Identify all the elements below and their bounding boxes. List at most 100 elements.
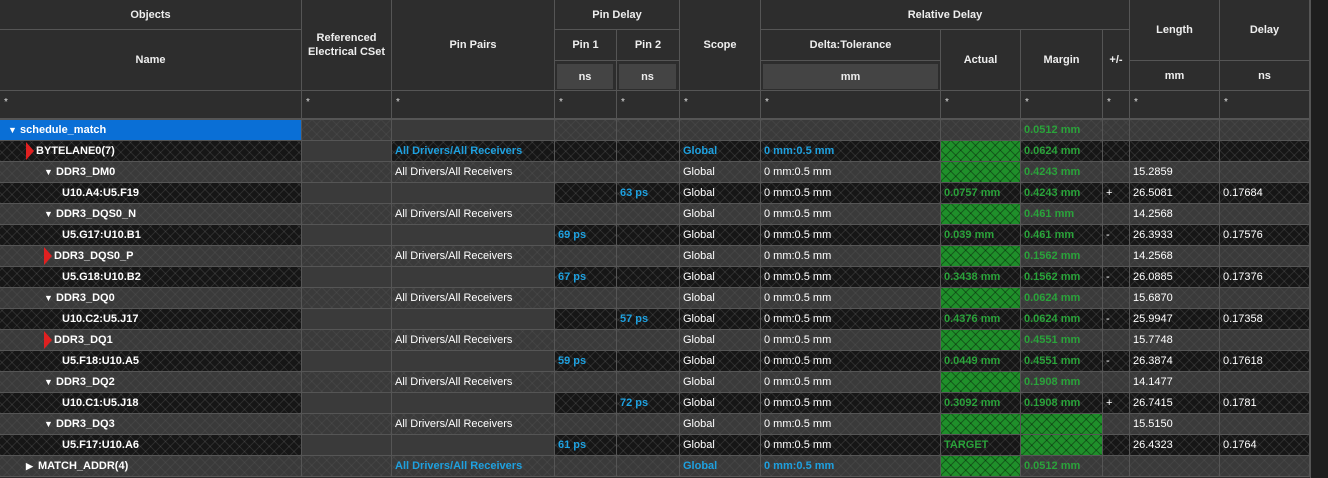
header-margin[interactable]: Margin [1021, 30, 1103, 91]
length-cell[interactable] [1130, 456, 1220, 477]
name-cell[interactable]: ▼ DDR3_DQ3 [0, 414, 302, 435]
delay-cell[interactable]: 0.1764 [1220, 435, 1310, 456]
margin-cell[interactable]: 0.1562 mm [1021, 246, 1103, 267]
filter-ref[interactable]: * [302, 91, 392, 120]
length-cell[interactable]: 14.2568 [1130, 204, 1220, 225]
delay-cell[interactable]: 0.1781 [1220, 393, 1310, 414]
table-row[interactable]: ▼ DDR3_DQS0_N All Drivers/All Receivers Glo… [0, 204, 1310, 225]
sign-cell[interactable] [1103, 120, 1130, 141]
length-cell[interactable]: 14.1477 [1130, 372, 1220, 393]
pairs-cell[interactable]: All Drivers/All Receivers [392, 162, 555, 183]
ref-cell[interactable] [302, 393, 392, 414]
delay-cell[interactable] [1220, 120, 1310, 141]
margin-cell[interactable]: 0.4243 mm [1021, 162, 1103, 183]
scope-cell[interactable]: Global [680, 246, 761, 267]
ref-cell[interactable] [302, 183, 392, 204]
header-delta-tolerance[interactable]: Delta:Tolerance [761, 30, 941, 61]
actual-cell[interactable]: 0.3438 mm [941, 267, 1021, 288]
name-cell[interactable]: DDR3_DQ1 [0, 330, 302, 351]
ref-cell[interactable] [302, 414, 392, 435]
delay-cell[interactable]: 0.17618 [1220, 351, 1310, 372]
pin1-cell[interactable] [555, 456, 617, 477]
pin1-cell[interactable]: 61 ps [555, 435, 617, 456]
table-row[interactable]: U10.A4:U5.F19 63 ps Global 0 mm:0.5 mm 0.075… [0, 183, 1310, 204]
delay-cell[interactable] [1220, 162, 1310, 183]
header-plus-minus[interactable]: +/- [1103, 30, 1130, 91]
pin1-cell[interactable]: 69 ps [555, 225, 617, 246]
pin1-cell[interactable]: 67 ps [555, 267, 617, 288]
length-cell[interactable]: 26.3933 [1130, 225, 1220, 246]
header-length[interactable]: Length [1130, 0, 1220, 61]
delay-cell[interactable] [1220, 288, 1310, 309]
header-delay[interactable]: Delay [1220, 0, 1310, 61]
ref-cell[interactable] [302, 267, 392, 288]
scope-cell[interactable]: Global [680, 330, 761, 351]
delta-cell[interactable]: 0 mm:0.5 mm [761, 288, 941, 309]
delta-cell[interactable]: 0 mm:0.5 mm [761, 372, 941, 393]
error-marker-icon[interactable] [44, 247, 52, 266]
scope-cell[interactable]: Global [680, 309, 761, 330]
name-cell[interactable]: ▼ DDR3_DQS0_N [0, 204, 302, 225]
table-row[interactable]: U5.G17:U10.B1 69 ps Global 0 mm:0.5 mm 0.039… [0, 225, 1310, 246]
filter-sign[interactable]: * [1103, 91, 1130, 120]
sign-cell[interactable] [1103, 456, 1130, 477]
table-row[interactable]: ▼ DDR3_DQ0 All Drivers/All Receivers Global… [0, 288, 1310, 309]
delta-cell[interactable]: 0 mm:0.5 mm [761, 246, 941, 267]
length-cell[interactable]: 15.7748 [1130, 330, 1220, 351]
scope-cell[interactable]: Global [680, 351, 761, 372]
length-cell[interactable]: 26.7415 [1130, 393, 1220, 414]
length-cell[interactable]: 25.9947 [1130, 309, 1220, 330]
sign-cell[interactable] [1103, 414, 1130, 435]
scope-cell[interactable]: Global [680, 393, 761, 414]
delta-cell[interactable]: 0 mm:0.5 mm [761, 393, 941, 414]
table-row[interactable]: U10.C1:U5.J18 72 ps Global 0 mm:0.5 mm 0.309… [0, 393, 1310, 414]
sign-cell[interactable] [1103, 330, 1130, 351]
delay-cell[interactable] [1220, 330, 1310, 351]
table-row[interactable]: ▼ DDR3_DQ2 All Drivers/All Receivers Global… [0, 372, 1310, 393]
filter-pairs[interactable]: * [392, 91, 555, 120]
actual-cell[interactable]: 0.0757 mm [941, 183, 1021, 204]
name-cell[interactable]: BYTELANE0(7) [0, 141, 302, 162]
name-cell[interactable]: U5.F18:U10.A5 [0, 351, 302, 372]
delta-cell[interactable]: 0 mm:0.5 mm [761, 351, 941, 372]
pin1-cell[interactable] [555, 393, 617, 414]
name-cell[interactable]: U5.G18:U10.B2 [0, 267, 302, 288]
pin2-cell[interactable] [617, 288, 680, 309]
expand-down-icon[interactable]: ▼ [8, 120, 20, 140]
pin1-cell[interactable] [555, 288, 617, 309]
scope-cell[interactable]: Global [680, 456, 761, 477]
pairs-cell[interactable] [392, 435, 555, 456]
pin2-cell[interactable] [617, 204, 680, 225]
ref-cell[interactable] [302, 141, 392, 162]
ref-cell[interactable] [302, 162, 392, 183]
actual-cell[interactable] [941, 372, 1021, 393]
pin2-cell[interactable] [617, 267, 680, 288]
header-pin2[interactable]: Pin 2 [617, 30, 680, 61]
name-cell[interactable]: ▼ schedule_match [0, 120, 302, 141]
scope-cell[interactable]: Global [680, 435, 761, 456]
pin2-cell[interactable] [617, 456, 680, 477]
scope-cell[interactable]: Global [680, 372, 761, 393]
actual-cell[interactable] [941, 141, 1021, 162]
collapse-right-icon[interactable]: ▶ [26, 456, 38, 476]
table-row[interactable]: U5.F17:U10.A6 61 ps Global 0 mm:0.5 mm TARGE… [0, 435, 1310, 456]
delta-cell[interactable]: 0 mm:0.5 mm [761, 141, 941, 162]
pairs-cell[interactable]: All Drivers/All Receivers [392, 456, 555, 477]
ref-cell[interactable] [302, 309, 392, 330]
pairs-cell[interactable] [392, 183, 555, 204]
pin1-cell[interactable] [555, 162, 617, 183]
pin2-cell[interactable]: 72 ps [617, 393, 680, 414]
length-cell[interactable] [1130, 120, 1220, 141]
ref-cell[interactable] [302, 372, 392, 393]
length-cell[interactable]: 26.4323 [1130, 435, 1220, 456]
sign-cell[interactable] [1103, 162, 1130, 183]
delta-cell[interactable]: 0 mm:0.5 mm [761, 225, 941, 246]
pairs-cell[interactable]: All Drivers/All Receivers [392, 288, 555, 309]
pin1-cell[interactable] [555, 414, 617, 435]
pairs-cell[interactable] [392, 351, 555, 372]
delay-cell[interactable]: 0.17376 [1220, 267, 1310, 288]
header-pin1[interactable]: Pin 1 [555, 30, 617, 61]
margin-cell[interactable]: 0.0512 mm [1021, 120, 1103, 141]
length-cell[interactable]: 26.3874 [1130, 351, 1220, 372]
scope-cell[interactable]: Global [680, 204, 761, 225]
